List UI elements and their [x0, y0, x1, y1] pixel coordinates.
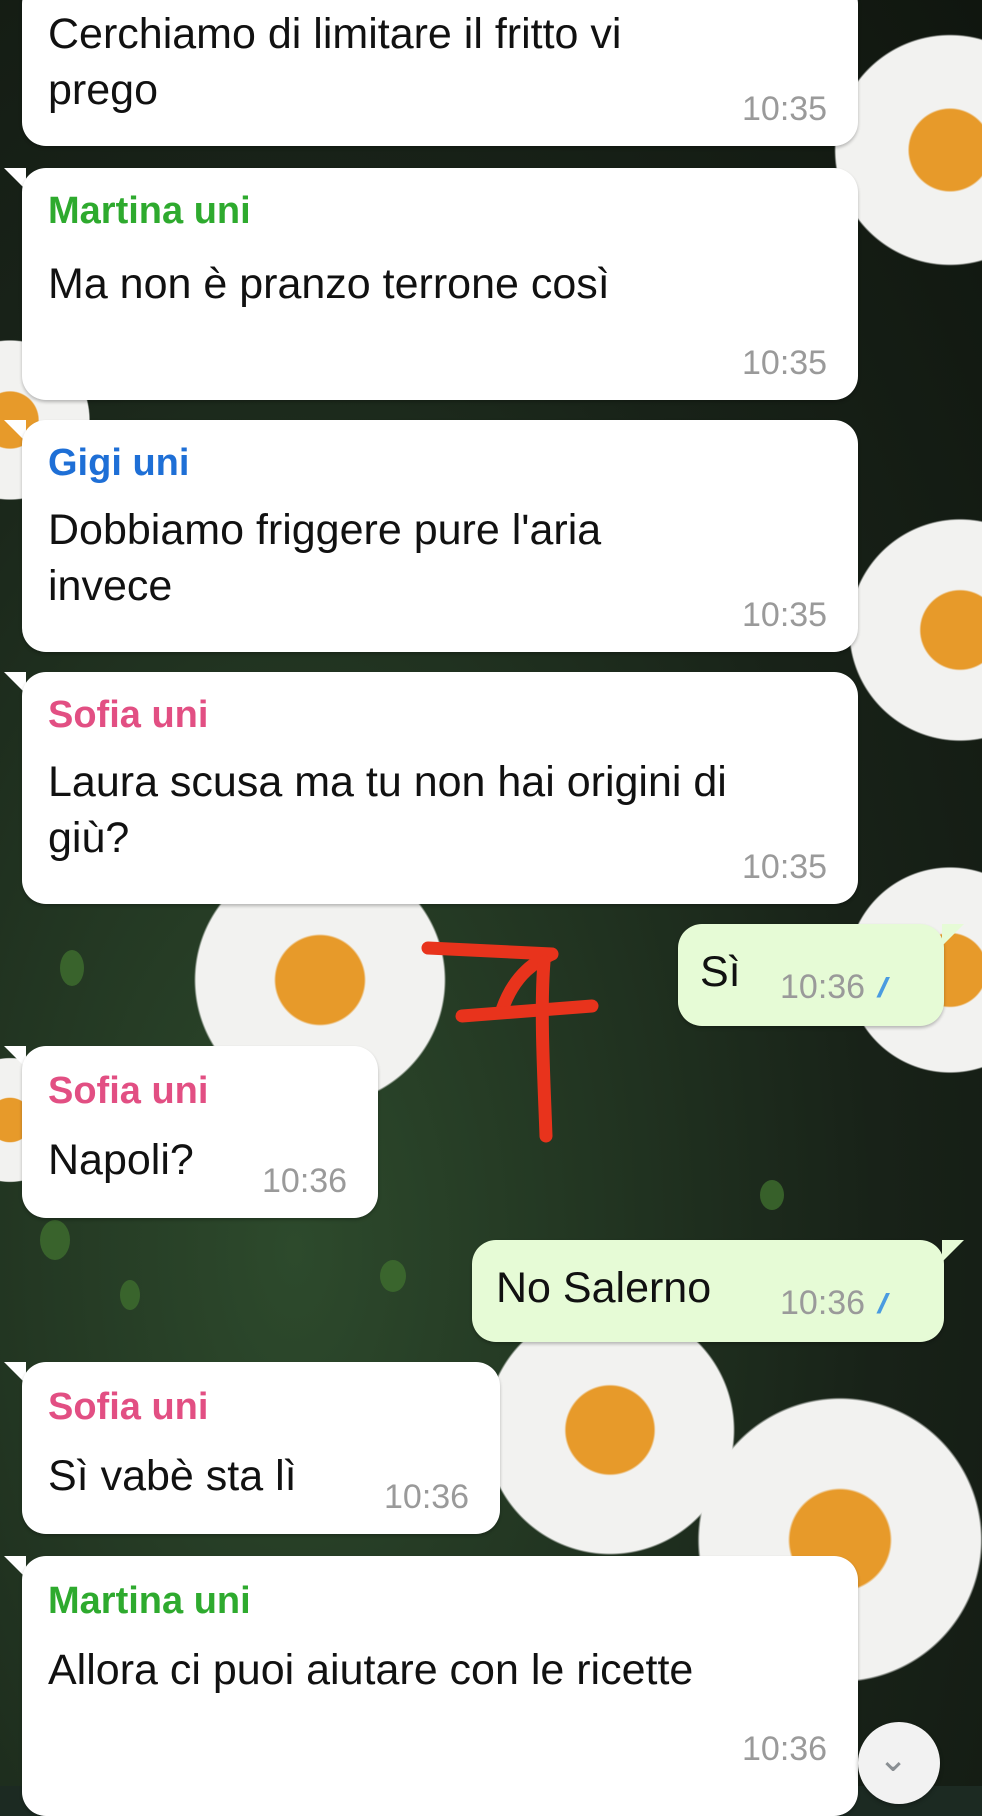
message-bubble[interactable]: Martina uni Ma non è pranzo terrone così…: [22, 168, 858, 400]
message-time: 10:35: [742, 848, 828, 886]
message-time: 10:36: [780, 968, 866, 1006]
message-bubble[interactable]: Sofia uni Laura scusa ma tu non hai orig…: [22, 672, 858, 904]
outgoing-message-bubble[interactable]: Sì 10:36 //: [678, 924, 944, 1026]
chevron-down-icon: ⌄: [878, 1738, 909, 1779]
message-text: Ma non è pranzo terrone così: [48, 260, 610, 308]
message-text: Sì vabè sta lì: [48, 1452, 297, 1500]
message-text: Dobbiamo friggere pure l'aria invece: [48, 506, 602, 610]
message-text: No Salerno: [496, 1264, 712, 1312]
bubble-tail: [942, 1240, 964, 1262]
bubble-tail: [942, 924, 964, 946]
message-bubble[interactable]: Sofia uni Sì vabè sta lì 10:36: [22, 1362, 500, 1534]
message-bubble[interactable]: Cerchiamo di limitare il fritto vi prego…: [22, 0, 858, 146]
message-text: Napoli?: [48, 1136, 194, 1184]
sender-name[interactable]: Gigi uni: [48, 442, 189, 485]
red-arrow-annotation: [421, 941, 599, 1143]
message-text: Allora ci puoi aiutare con le ricette: [48, 1646, 694, 1694]
message-text: Laura scusa ma tu non hai origini di giù…: [48, 758, 727, 862]
read-ticks-icon: //: [878, 1288, 887, 1319]
message-time: 10:36: [742, 1730, 828, 1768]
outgoing-message-bubble[interactable]: No Salerno 10:36 //: [472, 1240, 944, 1342]
read-ticks-icon: //: [878, 972, 887, 1003]
scroll-to-bottom-button[interactable]: ⌄: [858, 1722, 940, 1804]
message-bubble[interactable]: Sofia uni Napoli? 10:36: [22, 1046, 378, 1218]
message-time: 10:36: [780, 1284, 866, 1322]
sender-name[interactable]: Martina uni: [48, 1580, 251, 1623]
message-time: 10:35: [742, 90, 828, 128]
sender-name[interactable]: Sofia uni: [48, 694, 208, 737]
message-time: 10:36: [384, 1478, 470, 1516]
message-bubble[interactable]: Gigi uni Dobbiamo friggere pure l'aria i…: [22, 420, 858, 652]
sender-name[interactable]: Sofia uni: [48, 1386, 208, 1429]
message-time: 10:35: [742, 344, 828, 382]
message-text: Sì: [700, 948, 741, 996]
message-text: Cerchiamo di limitare il fritto vi prego: [48, 10, 622, 114]
message-time: 10:36: [262, 1162, 348, 1200]
sender-name[interactable]: Sofia uni: [48, 1070, 208, 1113]
message-time: 10:35: [742, 596, 828, 634]
message-bubble[interactable]: Martina uni Allora ci puoi aiutare con l…: [22, 1556, 858, 1816]
sender-name[interactable]: Martina uni: [48, 190, 251, 233]
